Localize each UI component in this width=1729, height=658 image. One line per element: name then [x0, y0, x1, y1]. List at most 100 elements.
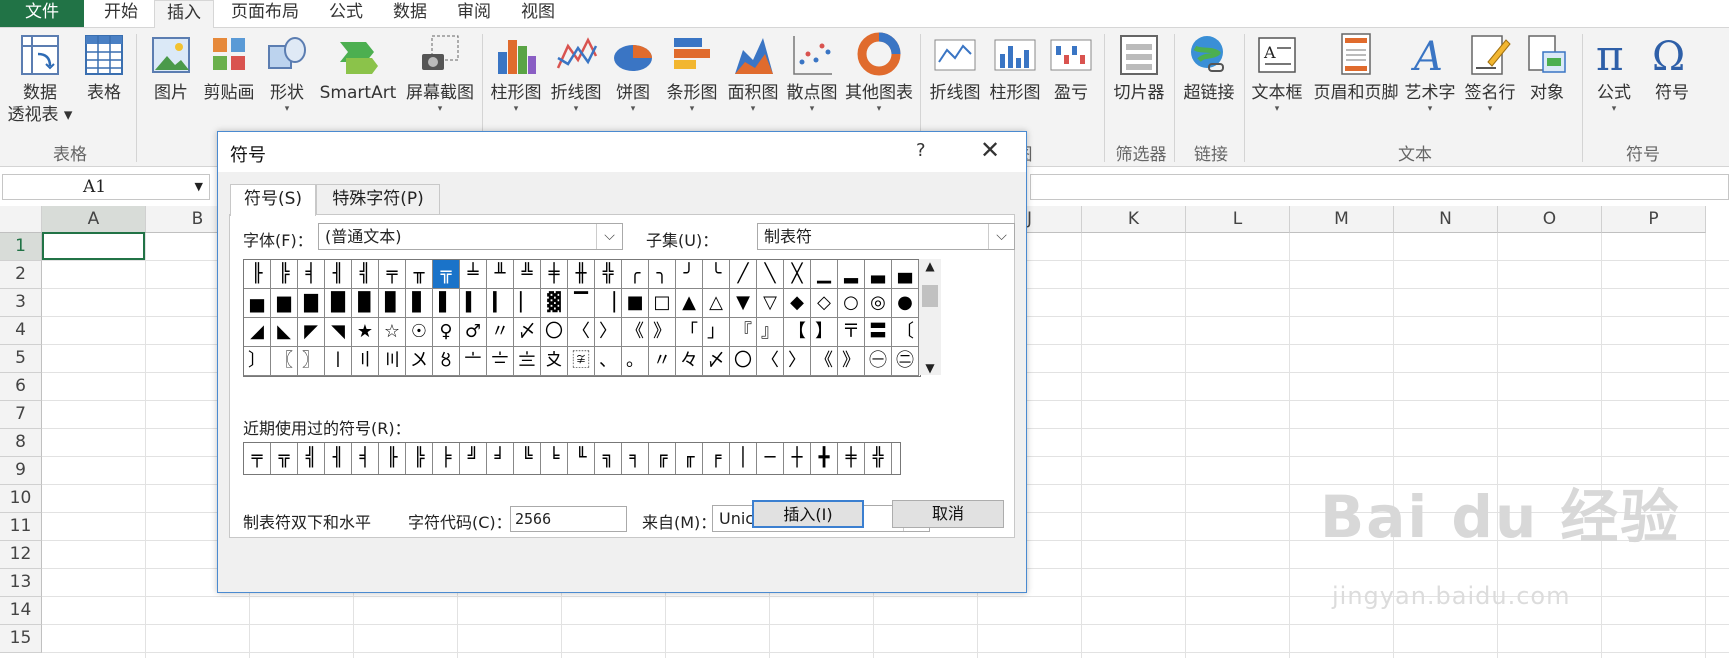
symbol-cell[interactable]: ☆ — [379, 318, 406, 347]
symbol-cell[interactable]: ▃ — [865, 260, 892, 289]
symbol-cell[interactable]: 〒 — [838, 318, 865, 347]
symbol-cell[interactable]: 〾 — [568, 347, 595, 376]
tab-file[interactable]: 文件 — [0, 0, 84, 27]
recent-symbol-cell[interactable]: ╓ — [676, 443, 703, 474]
symbol-cell[interactable]: ▎ — [487, 289, 514, 318]
chevron-down-icon[interactable]: ⌵ — [988, 224, 1014, 249]
symbol-cell[interactable]: 〨 — [514, 347, 541, 376]
recent-symbol-cell[interactable]: ╬ — [865, 443, 892, 474]
row-header[interactable]: 11 — [0, 513, 42, 541]
symbol-cell[interactable]: 《 — [622, 318, 649, 347]
tab-formulas[interactable]: 公式 — [318, 0, 374, 27]
symbol-cell[interactable]: 〦 — [460, 347, 487, 376]
symbol-cell[interactable]: ╧ — [460, 260, 487, 289]
recent-symbol-cell[interactable]: ╦ — [271, 443, 298, 474]
row-header[interactable]: 6 — [0, 373, 42, 401]
symbol-cell[interactable]: ╮ — [649, 260, 676, 289]
symbol-cell[interactable]: ▼ — [730, 289, 757, 318]
symbol-cell[interactable]: ╣ — [352, 260, 379, 289]
symbol-cell[interactable]: ☉ — [406, 318, 433, 347]
symbol-cell[interactable]: 〆 — [703, 347, 730, 376]
recent-symbol-cell[interactable]: ╣ — [298, 443, 325, 474]
symbol-cell[interactable]: ■ — [622, 289, 649, 318]
symbol-cell[interactable]: 〇 — [730, 347, 757, 376]
select-all-corner[interactable] — [0, 206, 42, 233]
object-button[interactable]: 对象 — [1522, 32, 1572, 104]
recent-symbol-cell[interactable]: ╪ — [838, 443, 865, 474]
tab-special-characters[interactable]: 特殊字符(P) — [316, 184, 440, 215]
pivot-table-button[interactable]: 数据 透视表 ▾ — [4, 32, 76, 126]
symbol-cell[interactable]: 〗 — [298, 347, 325, 376]
line-chart-button[interactable]: 折线图 ▾ — [548, 32, 604, 114]
symbol-cell[interactable]: ╤ — [379, 260, 406, 289]
row-header[interactable]: 5 — [0, 345, 42, 373]
symbol-cell[interactable]: ◤ — [298, 318, 325, 347]
row-header[interactable]: 1 — [0, 233, 42, 261]
hyperlink-button[interactable]: 超链接 — [1178, 32, 1240, 104]
chevron-down-icon[interactable]: ⌵ — [596, 224, 622, 249]
symbol-cell[interactable]: ▂ — [838, 260, 865, 289]
symbol-cell[interactable]: 「 — [676, 318, 703, 347]
smartart-button[interactable]: SmartArt — [318, 32, 398, 104]
symbol-cell[interactable]: ♀ — [433, 318, 460, 347]
symbol-cell[interactable]: 》 — [649, 318, 676, 347]
pie-chart-button[interactable]: 饼图 ▾ — [608, 32, 658, 114]
recent-symbol-cell[interactable]: ╔ — [649, 443, 676, 474]
symbol-cell[interactable]: 〃 — [487, 318, 514, 347]
symbol-cell[interactable]: ◣ — [271, 318, 298, 347]
symbol-cell[interactable]: ╬ — [595, 260, 622, 289]
symbol-cell[interactable]: ● — [892, 289, 919, 318]
symbol-cell[interactable]: ▄ — [892, 260, 919, 289]
symbol-cell[interactable]: ♂ — [460, 318, 487, 347]
symbol-cell[interactable]: ╟ — [244, 260, 271, 289]
row-header[interactable]: 10 — [0, 485, 42, 513]
symbol-cell[interactable]: 〖 — [271, 347, 298, 376]
recent-symbol-cell[interactable]: ╤ — [244, 443, 271, 474]
symbol-cell[interactable]: ▁ — [811, 260, 838, 289]
name-box[interactable]: A1 ▼ — [2, 174, 210, 200]
recent-symbol-cell[interactable]: ╡ — [352, 443, 379, 474]
symbol-cell[interactable]: 〈 — [568, 318, 595, 347]
row-header[interactable]: 15 — [0, 625, 42, 653]
symbol-cell[interactable]: ▍ — [460, 289, 487, 318]
tab-page-layout[interactable]: 页面布局 — [220, 0, 310, 27]
symbol-cell[interactable]: 。 — [622, 347, 649, 376]
font-select[interactable]: (普通文本) ⌵ — [318, 223, 623, 250]
symbol-cell[interactable]: ◥ — [325, 318, 352, 347]
symbol-cell[interactable]: ╪ — [541, 260, 568, 289]
recent-symbol-cell[interactable]: ╝ — [460, 443, 487, 474]
tab-insert[interactable]: 插入 — [154, 0, 214, 29]
symbol-cell[interactable]: 〈 — [757, 347, 784, 376]
symbol-grid[interactable]: ╟ ╠ ╡ ╢ ╣ ╤ ╥ ╦ ╧ ╨ ╩ ╪ ╫ ╬ ╭ ╮ ╯ ╰ ╱ ╲ ╳ ▁ ▂ ▃ ▄ ▅ ▆ ▇ █ ▉ ▊ ▋ ▌ ▍ ▎ ▏ ▓ ▔ ▕ ■… — [243, 259, 921, 377]
symbol-cell[interactable]: ╩ — [514, 260, 541, 289]
symbol-cell[interactable]: ▽ — [757, 289, 784, 318]
slicer-button[interactable]: 切片器 — [1108, 32, 1170, 104]
tab-review[interactable]: 审阅 — [446, 0, 502, 27]
symbol-cell[interactable]: █ — [325, 289, 352, 318]
symbol-cell[interactable]: 〣 — [379, 347, 406, 376]
area-chart-button[interactable]: 面积图 ▾ — [724, 32, 782, 114]
symbol-cell[interactable]: ㊀ — [865, 347, 892, 376]
symbol-cell[interactable]: 《 — [811, 347, 838, 376]
row-header[interactable]: 2 — [0, 261, 42, 289]
recent-symbol-cell[interactable]: ╕ — [622, 443, 649, 474]
row-header[interactable]: 7 — [0, 401, 42, 429]
symbol-cell[interactable]: ◎ — [865, 289, 892, 318]
symbol-cell[interactable]: ◇ — [811, 289, 838, 318]
symbol-cell[interactable]: ▅ — [244, 289, 271, 318]
insert-button[interactable]: 插入(I) — [752, 500, 864, 528]
symbol-cell[interactable]: 〉 — [595, 318, 622, 347]
symbol-cell[interactable]: 』 — [757, 318, 784, 347]
row-header[interactable]: 4 — [0, 317, 42, 345]
column-header[interactable]: L — [1186, 206, 1290, 233]
symbol-cell[interactable]: ▌ — [433, 289, 460, 318]
clipart-button[interactable]: 剪贴画 — [200, 32, 258, 104]
recent-symbol-cell[interactable]: ╛ — [487, 443, 514, 474]
symbol-cell[interactable]: ╱ — [730, 260, 757, 289]
symbol-cell[interactable]: ▏ — [514, 289, 541, 318]
column-chart-button[interactable]: 柱形图 ▾ — [488, 32, 544, 114]
tab-symbols[interactable]: 符号(S) — [230, 184, 316, 216]
symbol-cell[interactable]: 〆 — [514, 318, 541, 347]
symbol-cell[interactable]: 『 — [730, 318, 757, 347]
symbol-cell[interactable]: ▔ — [568, 289, 595, 318]
